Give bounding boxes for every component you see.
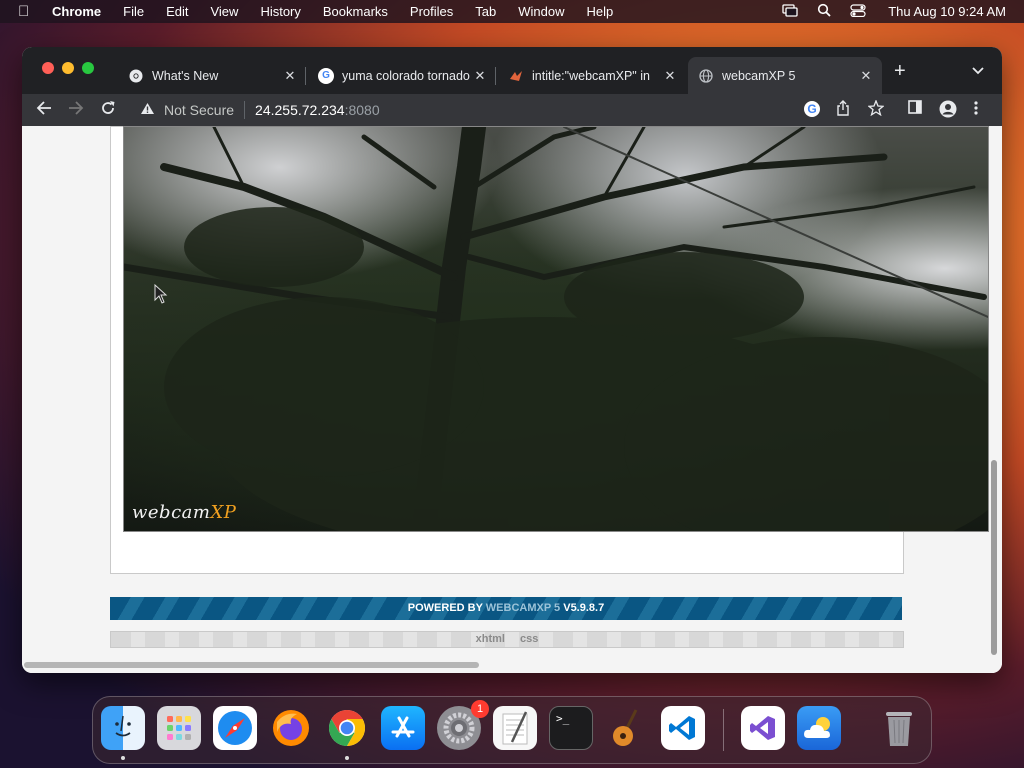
google-lens-icon[interactable]: G	[804, 101, 820, 117]
css-link[interactable]: css	[520, 633, 538, 645]
tab-search-chevron-icon[interactable]	[972, 64, 984, 78]
menu-tab[interactable]: Tab	[475, 4, 496, 19]
more-menu-icon[interactable]	[974, 100, 978, 122]
url-host[interactable]: 24.255.72.234	[255, 102, 345, 118]
control-center-icon[interactable]	[850, 3, 866, 20]
profile-avatar-icon[interactable]	[939, 100, 957, 124]
browser-window: What's New ✕ G yuma colorado tornado ✕ i…	[22, 47, 1002, 673]
visual-studio-app-icon[interactable]	[741, 706, 785, 750]
close-tab-icon[interactable]: ✕	[856, 68, 876, 84]
horizontal-scrollbar[interactable]	[24, 662, 479, 668]
menu-clock[interactable]: Thu Aug 10 9:24 AM	[888, 4, 1006, 19]
tab-title: What's New	[152, 68, 219, 83]
menu-window[interactable]: Window	[518, 4, 564, 19]
back-arrow-icon[interactable]	[36, 100, 52, 121]
close-tab-icon[interactable]: ✕	[660, 68, 680, 84]
dock: 1 >_	[92, 696, 932, 764]
tab-whats-new[interactable]: What's New ✕	[118, 57, 306, 94]
powered-by-banner: POWERED BY WEBCAMXP 5 V5.9.8.7	[110, 597, 902, 620]
bookmark-star-icon[interactable]	[867, 99, 885, 122]
chrome-running-indicator	[345, 756, 349, 760]
webcamxp-logo: webcamXP	[132, 502, 236, 523]
logo-text: webcam	[132, 502, 211, 523]
garageband-app-icon[interactable]	[605, 706, 649, 750]
tab-strip: What's New ✕ G yuma colorado tornado ✕ i…	[22, 47, 1002, 94]
firefox-app-icon[interactable]	[269, 706, 313, 750]
url-port[interactable]: :8080	[345, 102, 380, 118]
screen-mirroring-icon[interactable]	[782, 3, 798, 20]
system-settings-app-icon[interactable]: 1	[437, 700, 489, 750]
powered-brand-link[interactable]: WEBCAMXP 5	[486, 602, 560, 614]
close-tab-icon[interactable]: ✕	[470, 68, 490, 84]
trash-icon[interactable]	[877, 706, 921, 750]
globe-icon	[698, 68, 714, 84]
minimize-window-button[interactable]	[62, 62, 74, 74]
footer-links: xhtml css	[110, 631, 904, 648]
menu-help[interactable]: Help	[587, 4, 614, 19]
share-icon[interactable]	[836, 100, 850, 122]
tab-yuma-search[interactable]: G yuma colorado tornado ✕	[308, 57, 496, 94]
chrome-app-icon[interactable]	[325, 706, 369, 750]
menu-profiles[interactable]: Profiles	[410, 4, 453, 19]
menu-view[interactable]: View	[210, 4, 238, 19]
powered-version: V5.9.8.7	[560, 602, 605, 614]
apple-menu-icon[interactable]: 	[18, 3, 34, 20]
webcam-image[interactable]: webcamXP	[123, 126, 989, 532]
browser-toolbar: Not Secure 24.255.72.234 :8080 G	[22, 94, 1002, 126]
forward-arrow-icon[interactable]	[68, 100, 84, 121]
tree-branches	[124, 127, 988, 531]
powered-prefix: POWERED BY	[407, 602, 486, 614]
tab-webcamxp[interactable]: webcamXP 5 ✕	[688, 57, 882, 94]
security-status-label[interactable]: Not Secure	[164, 102, 234, 118]
fullscreen-window-button[interactable]	[82, 62, 94, 74]
tab-title: intitle:"webcamXP" in	[532, 68, 650, 83]
menu-edit[interactable]: Edit	[166, 4, 188, 19]
shodan-icon	[508, 68, 524, 84]
xhtml-link[interactable]: xhtml	[476, 633, 505, 645]
textedit-app-icon[interactable]	[493, 706, 537, 750]
google-icon: G	[318, 67, 334, 84]
menu-file[interactable]: File	[123, 4, 144, 19]
logo-accent: XP	[210, 502, 237, 523]
new-tab-icon[interactable]: +	[894, 61, 906, 81]
close-tab-icon[interactable]: ✕	[280, 68, 300, 84]
chrome-icon	[128, 68, 144, 84]
vscode-app-icon[interactable]	[661, 706, 705, 750]
terminal-app-icon[interactable]: >_	[549, 706, 593, 750]
dock-separator	[723, 709, 724, 751]
tab-title: webcamXP 5	[722, 68, 796, 83]
notification-badge: 1	[471, 700, 489, 718]
menu-bar:  Chrome File Edit View History Bookmark…	[0, 0, 1024, 23]
tab-shodan-search[interactable]: intitle:"webcamXP" in ✕	[498, 57, 686, 94]
close-window-button[interactable]	[42, 62, 54, 74]
mouse-cursor-icon	[154, 284, 168, 304]
safari-app-icon[interactable]	[213, 706, 257, 750]
reload-icon[interactable]	[100, 100, 116, 121]
finder-app-icon[interactable]	[101, 706, 145, 750]
tab-title: yuma colorado tornado	[342, 68, 470, 83]
menu-history[interactable]: History	[260, 4, 300, 19]
app-store-app-icon[interactable]	[381, 706, 425, 750]
launchpad-app-icon[interactable]	[157, 706, 201, 750]
vertical-scrollbar[interactable]	[991, 460, 997, 655]
menu-bookmarks[interactable]: Bookmarks	[323, 4, 388, 19]
page-content: webcamXP POWERED BY WEBCAMXP 5 V5.9.8.7 …	[22, 126, 1002, 673]
side-panel-icon[interactable]	[908, 100, 922, 120]
finder-running-indicator	[121, 756, 125, 760]
warning-triangle-icon[interactable]	[140, 102, 156, 118]
terminal-prompt-icon: >_	[556, 712, 570, 725]
menu-app-name[interactable]: Chrome	[52, 4, 101, 19]
spotlight-search-icon[interactable]	[816, 3, 832, 20]
weather-app-icon[interactable]	[797, 706, 841, 750]
address-bar[interactable]: Not Secure 24.255.72.234 :8080	[130, 96, 820, 124]
